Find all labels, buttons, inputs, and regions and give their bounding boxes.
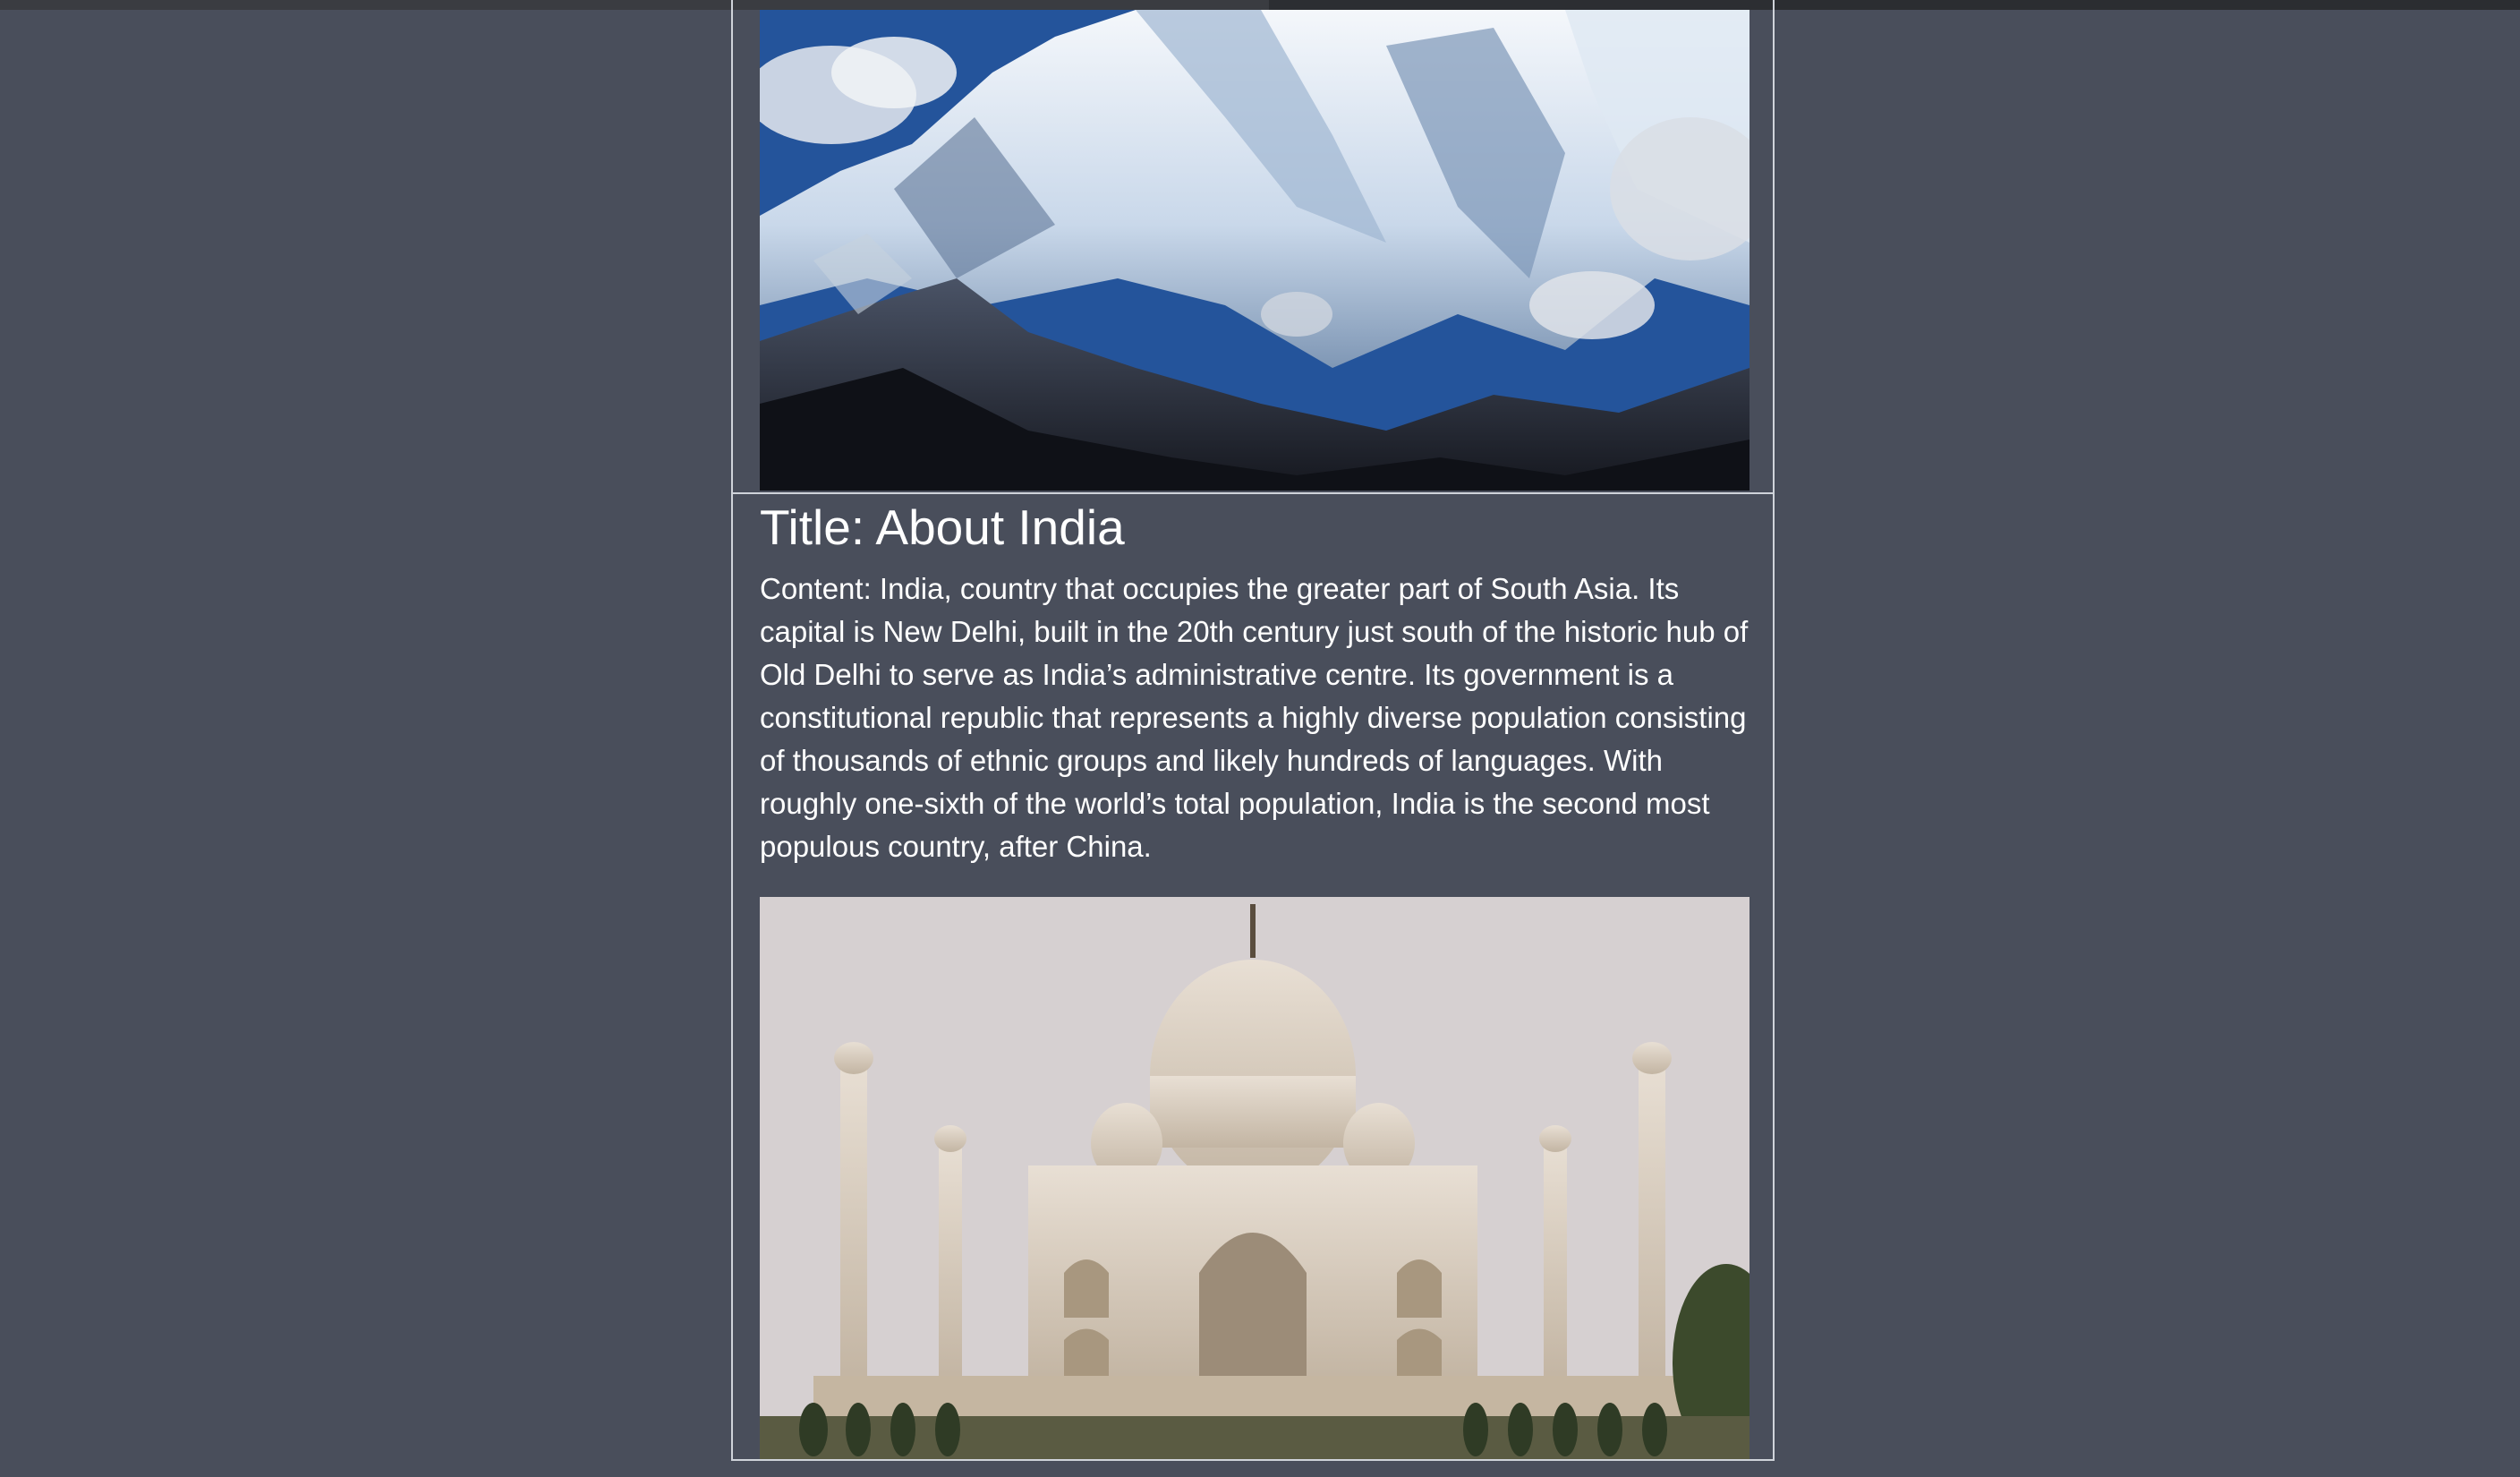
taj-mahal-image: [760, 897, 1750, 1459]
article-card: Title: About India Content: India, count…: [731, 492, 1775, 1461]
mountain-illustration: [760, 10, 1750, 491]
himalaya-mountain-image: [760, 10, 1750, 491]
top-strip-segment: [1777, 0, 2520, 10]
image-card-top: [731, 0, 1775, 494]
taj-mahal-illustration: [760, 897, 1750, 1459]
article-content: Content: India, country that occupies th…: [760, 572, 1749, 863]
article-title: Title: About India: [760, 499, 1125, 555]
